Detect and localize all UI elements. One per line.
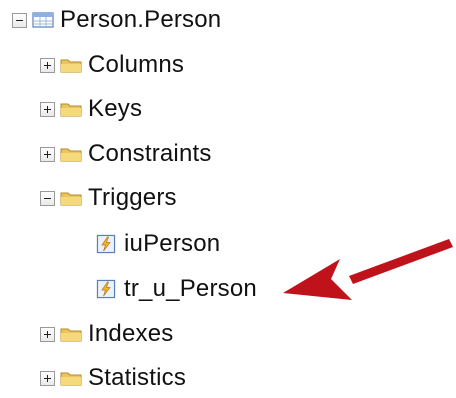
- arrow-head: [283, 259, 352, 300]
- arrow-shaft: [349, 239, 453, 284]
- annotation-arrow-icon: [283, 239, 453, 300]
